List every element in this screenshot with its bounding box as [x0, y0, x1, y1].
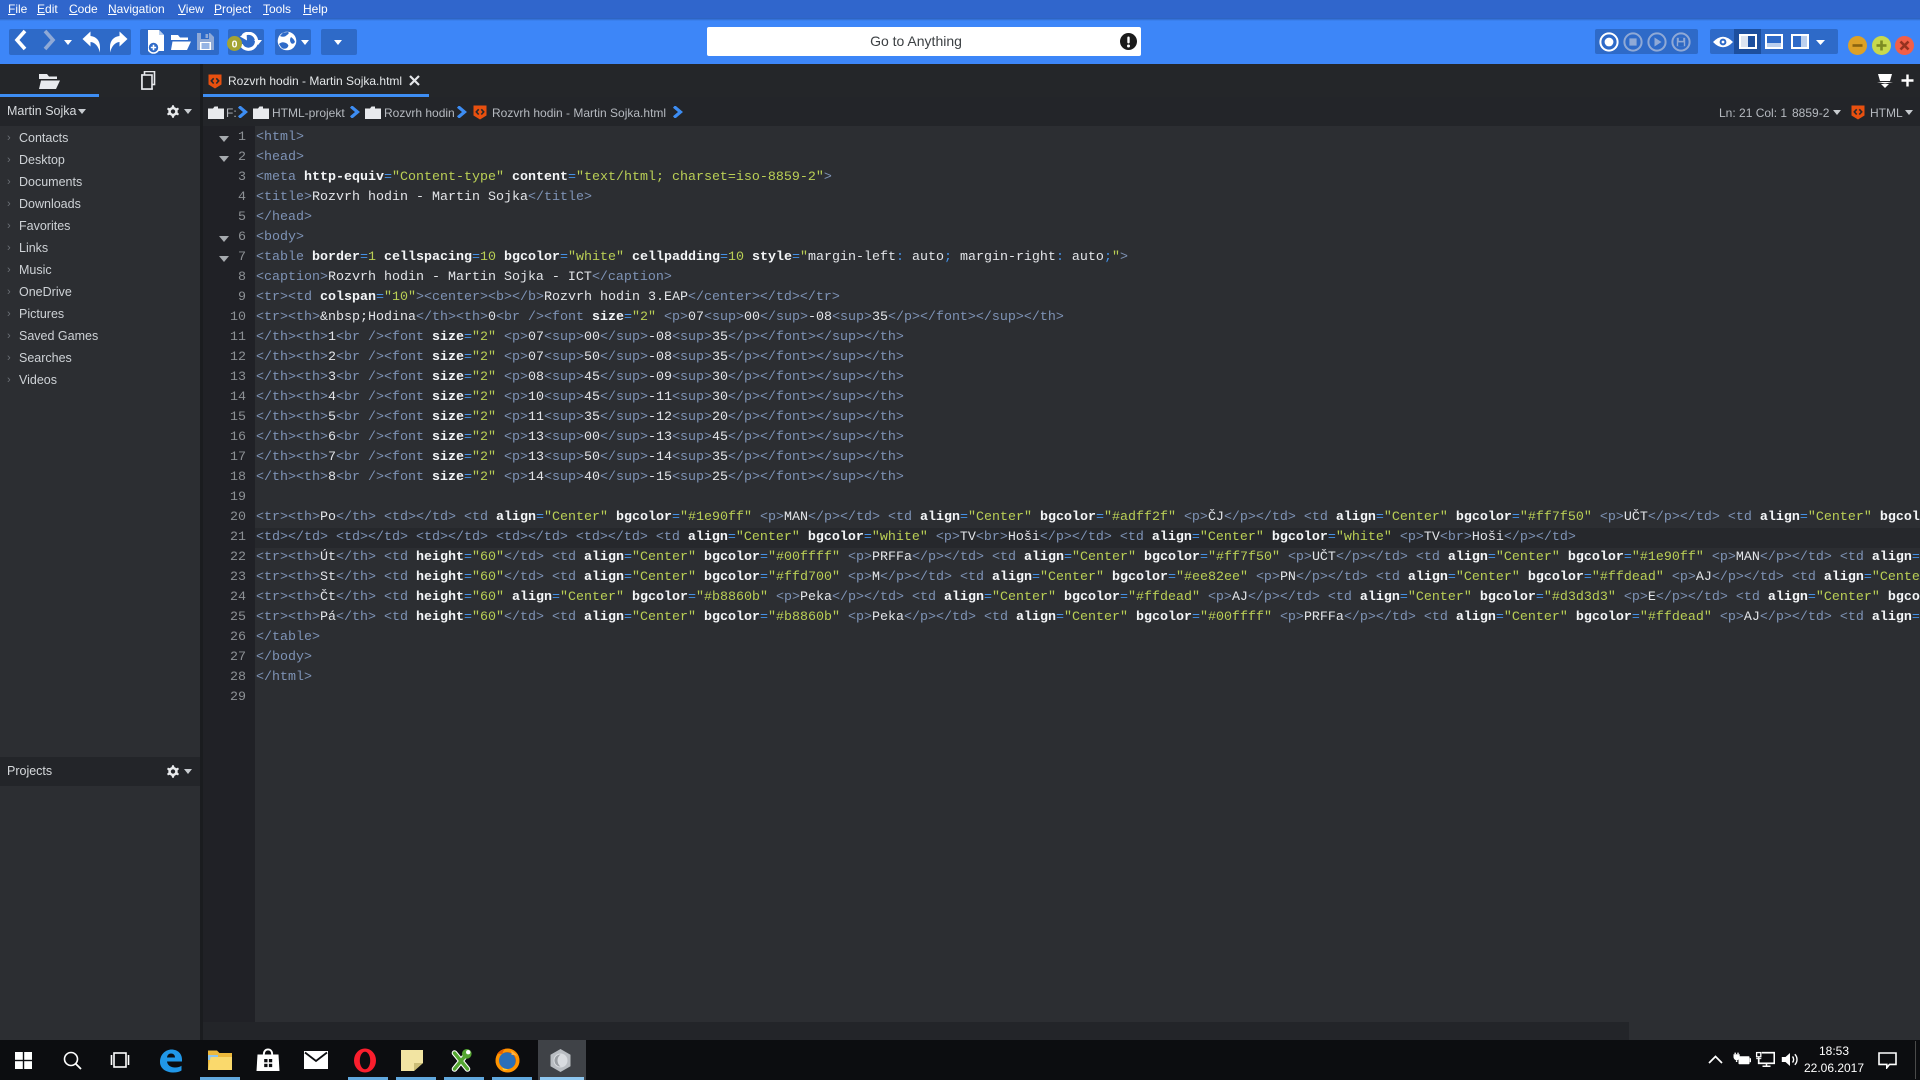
- svg-text:0: 0: [232, 39, 238, 51]
